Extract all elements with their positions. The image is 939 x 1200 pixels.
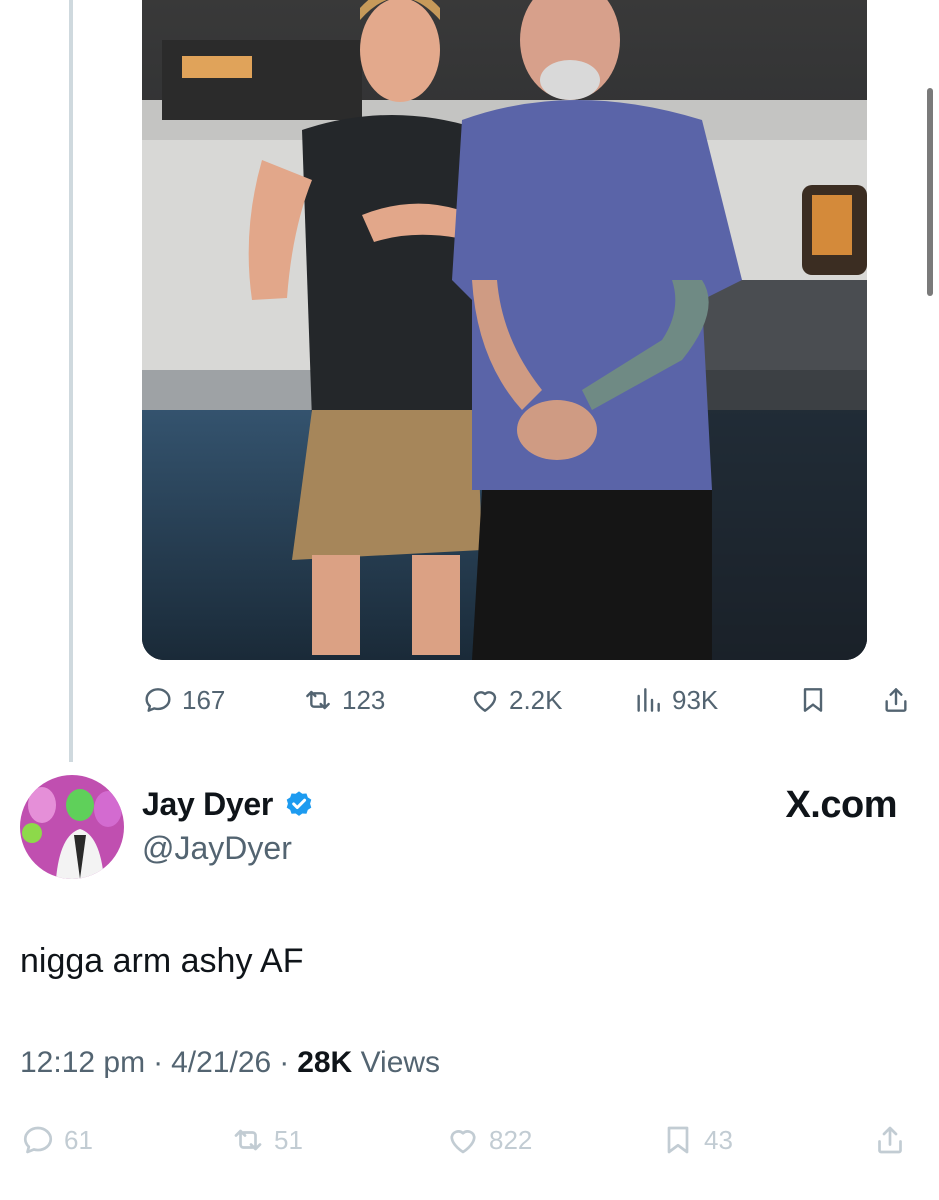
share-icon: [878, 1126, 902, 1154]
heart-icon: [450, 1130, 476, 1154]
tweet-views-label: Views: [360, 1046, 441, 1079]
repost-icon: [306, 690, 330, 710]
reply-action[interactable]: 167: [142, 680, 225, 720]
share-action[interactable]: [872, 1120, 908, 1160]
bookmark-count: 43: [704, 1125, 733, 1155]
share-action[interactable]: [880, 680, 912, 720]
tweet-date[interactable]: 4/21/26: [171, 1046, 271, 1080]
avatar-image: [20, 775, 124, 879]
repost-count: 51: [274, 1125, 303, 1155]
like-action[interactable]: 2.2K: [469, 680, 563, 720]
author-name-row[interactable]: Jay Dyer: [142, 786, 315, 823]
tweet-time[interactable]: 12:12 pm: [20, 1046, 145, 1080]
tweet-meta: 12:12 pm · 4/21/26 · 28K Views: [20, 1046, 440, 1080]
repost-action[interactable]: 51: [230, 1120, 303, 1160]
reply-icon: [23, 1126, 53, 1154]
reply-count: 61: [64, 1125, 93, 1155]
tweet-views-count: 28K: [297, 1046, 353, 1079]
meta-separator: ·: [279, 1046, 290, 1079]
thread-connector-line: [69, 0, 73, 762]
repost-action[interactable]: 123: [302, 680, 385, 720]
bookmark-action[interactable]: 43: [660, 1120, 733, 1160]
repost-icon: [234, 1129, 262, 1151]
scrollbar[interactable]: [927, 88, 933, 296]
quoted-tweet-actions: 167 123 2.2K 93K: [142, 680, 922, 720]
photo-illustration: [142, 0, 867, 660]
bookmark-icon: [667, 1126, 689, 1154]
views-count: 93K: [672, 685, 719, 715]
verified-badge-icon: [283, 789, 315, 821]
reply-count: 167: [182, 685, 226, 715]
tweet-photo[interactable]: [142, 0, 867, 660]
tweet-text: nigga arm ashy AF: [20, 942, 304, 980]
like-action[interactable]: 822: [445, 1120, 532, 1160]
views-chart-icon: [637, 688, 660, 712]
meta-separator: ·: [153, 1046, 164, 1079]
like-count: 2.2K: [509, 685, 563, 715]
like-count: 822: [489, 1125, 533, 1155]
repost-count: 123: [342, 685, 386, 715]
tweet-actions: 61 51 822 43: [20, 1120, 920, 1160]
x-brand-watermark: X.com: [785, 784, 897, 826]
heart-icon: [473, 691, 497, 712]
reply-action[interactable]: 61: [20, 1120, 93, 1160]
author-handle[interactable]: @JayDyer: [142, 830, 292, 867]
avatar[interactable]: [20, 775, 124, 879]
reply-icon: [145, 688, 171, 712]
views-action[interactable]: 93K: [632, 680, 718, 720]
bookmark-action[interactable]: [797, 680, 829, 720]
share-icon: [885, 688, 907, 712]
author-name[interactable]: Jay Dyer: [142, 786, 273, 823]
bookmark-icon: [803, 688, 823, 712]
